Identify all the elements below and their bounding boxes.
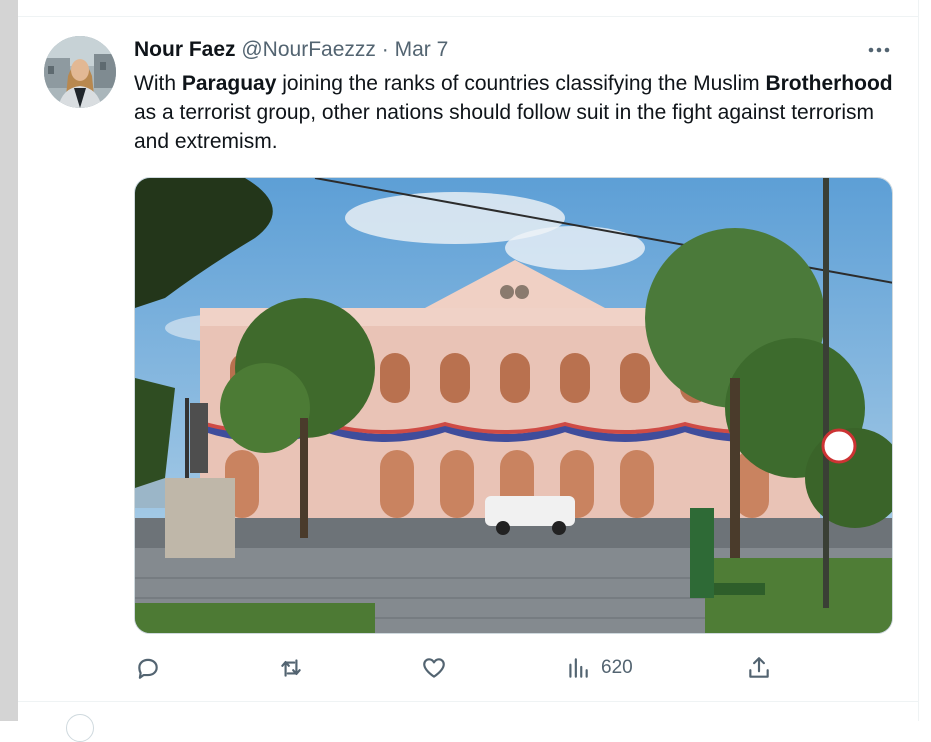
reply-icon [138, 658, 158, 679]
share-icon [749, 657, 769, 678]
divider [18, 16, 918, 17]
views-count: 620 [601, 657, 633, 678]
more-icon [868, 47, 890, 53]
tweet-date[interactable]: Mar 7 [395, 38, 449, 61]
separator: · [381, 38, 389, 61]
tweet-header: Nour Faez @NourFaezzz · Mar 7 [134, 38, 448, 62]
reply-button[interactable] [135, 650, 161, 686]
divider [18, 701, 918, 702]
page-left-edge [0, 0, 18, 721]
author-name[interactable]: Nour Faez [134, 38, 236, 61]
author-handle[interactable]: @NourFaezzz [241, 38, 376, 61]
tweet-actions: 620 [0, 650, 931, 686]
avatar[interactable] [44, 36, 116, 108]
share-button[interactable] [746, 650, 772, 686]
like-icon [423, 658, 445, 678]
views-icon [569, 658, 588, 678]
retweet-button[interactable] [278, 650, 304, 686]
retweet-icon [281, 659, 301, 677]
tweet-text-part: With [134, 72, 182, 95]
tweet-text-part: joining the ranks of countries classifyi… [276, 72, 766, 95]
divider [918, 0, 919, 721]
avatar[interactable] [66, 714, 94, 742]
like-button[interactable] [421, 650, 447, 686]
tweet-photo[interactable] [134, 177, 893, 634]
tweet-text-bold: Brotherhood [765, 72, 893, 95]
tweet-text: With Paraguay joining the ranks of count… [134, 69, 894, 156]
views-button[interactable]: 620 [565, 650, 633, 686]
tweet-text-part: as a terrorist group, other nations shou… [134, 101, 875, 153]
more-button[interactable] [862, 36, 896, 64]
tweet-text-bold: Paraguay [181, 72, 277, 95]
